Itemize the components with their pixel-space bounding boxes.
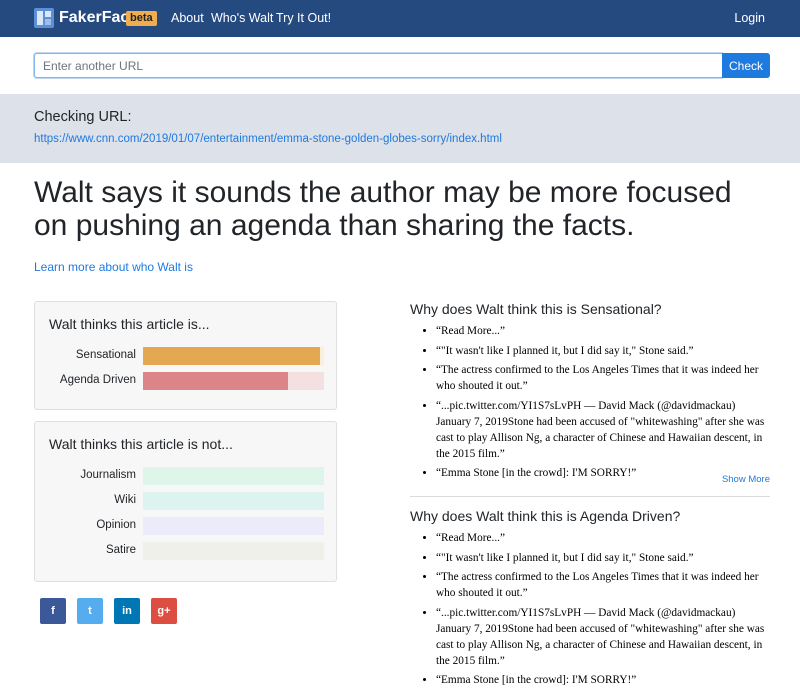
bar-track-opinion: [143, 517, 324, 535]
thinks-not-title: Walt thinks this article is not...: [49, 436, 233, 452]
bar-row-satire: Satire: [35, 542, 336, 560]
sensational-quotes-list: “Read More...” “"It wasn't like I planne…: [410, 323, 772, 485]
bar-track-sensational: [143, 347, 324, 365]
learn-more-link[interactable]: Learn more about who Walt is: [34, 260, 193, 274]
facebook-share-button[interactable]: f: [40, 598, 66, 624]
brand-name[interactable]: FakerFact: [59, 9, 135, 27]
twitter-share-button[interactable]: t: [77, 598, 103, 624]
url-input[interactable]: [34, 53, 722, 78]
thinks-not-card: Walt thinks this article is not... Journ…: [34, 421, 337, 582]
quote-item: “...pic.twitter.com/YI1S7sLvPH — David M…: [436, 398, 772, 462]
quote-item: “Read More...”: [436, 530, 772, 546]
bar-row-sensational: Sensational: [35, 347, 336, 365]
quote-item: “...pic.twitter.com/YI1S7sLvPH — David M…: [436, 605, 772, 669]
bar-fill-agenda-driven: [143, 372, 288, 390]
quote-item: “"It wasn't like I planned it, but I did…: [436, 343, 772, 359]
login-link[interactable]: Login: [734, 11, 765, 26]
checking-url-panel: Checking URL: https://www.cnn.com/2019/0…: [0, 94, 800, 163]
bar-row-journalism: Journalism: [35, 467, 336, 485]
check-button[interactable]: Check: [722, 53, 770, 78]
why-agenda-title: Why does Walt think this is Agenda Drive…: [410, 508, 681, 524]
bar-row-opinion: Opinion: [35, 517, 336, 535]
beta-badge: beta: [126, 11, 157, 26]
quote-item: “The actress confirmed to the Los Angele…: [436, 569, 772, 601]
agenda-quotes-list: “Read More...” “"It wasn't like I planne…: [410, 530, 772, 692]
bar-row-agenda-driven: Agenda Driven: [35, 372, 336, 390]
quote-item: “The actress confirmed to the Los Angele…: [436, 362, 772, 394]
bar-label-sensational: Sensational: [75, 349, 136, 361]
bar-track-wiki: [143, 492, 324, 510]
bar-track-satire: [143, 542, 324, 560]
linkedin-share-button[interactable]: in: [114, 598, 140, 624]
verdict-headline: Walt says it sounds the author may be mo…: [34, 176, 732, 242]
show-more-link[interactable]: Show More: [722, 474, 770, 485]
checking-url-label: Checking URL:: [34, 109, 132, 125]
fakerfact-logo-icon[interactable]: [34, 8, 54, 28]
bar-label-journalism: Journalism: [80, 469, 136, 481]
navbar: FakerFact beta About Who's Walt Try It O…: [0, 0, 800, 37]
nav-link-whos-walt[interactable]: Who's Walt: [211, 11, 273, 26]
thinks-is-card: Walt thinks this article is... Sensation…: [34, 301, 337, 410]
bar-label-satire: Satire: [105, 544, 136, 556]
nav-link-about[interactable]: About: [171, 11, 204, 26]
quote-item: “Emma Stone [in the crowd]: I'M SORRY!”: [436, 672, 772, 688]
bar-track-journalism: [143, 467, 324, 485]
bar-label-opinion: Opinion: [96, 519, 136, 531]
why-sensational-title: Why does Walt think this is Sensational?: [410, 301, 662, 317]
google-plus-share-button[interactable]: g+: [151, 598, 177, 624]
bar-label-wiki: Wiki: [114, 494, 136, 506]
quote-item: “Read More...”: [436, 323, 772, 339]
nav-link-try-it-out[interactable]: Try It Out!: [276, 11, 331, 26]
bar-row-wiki: Wiki: [35, 492, 336, 510]
section-divider: [410, 496, 770, 497]
bar-fill-sensational: [143, 347, 320, 365]
bar-track-agenda-driven: [143, 372, 324, 390]
thinks-is-title: Walt thinks this article is...: [49, 316, 210, 332]
quote-item: “"It wasn't like I planned it, but I did…: [436, 550, 772, 566]
checked-url-link[interactable]: https://www.cnn.com/2019/01/07/entertain…: [34, 133, 502, 145]
bar-label-agenda-driven: Agenda Driven: [59, 374, 136, 386]
